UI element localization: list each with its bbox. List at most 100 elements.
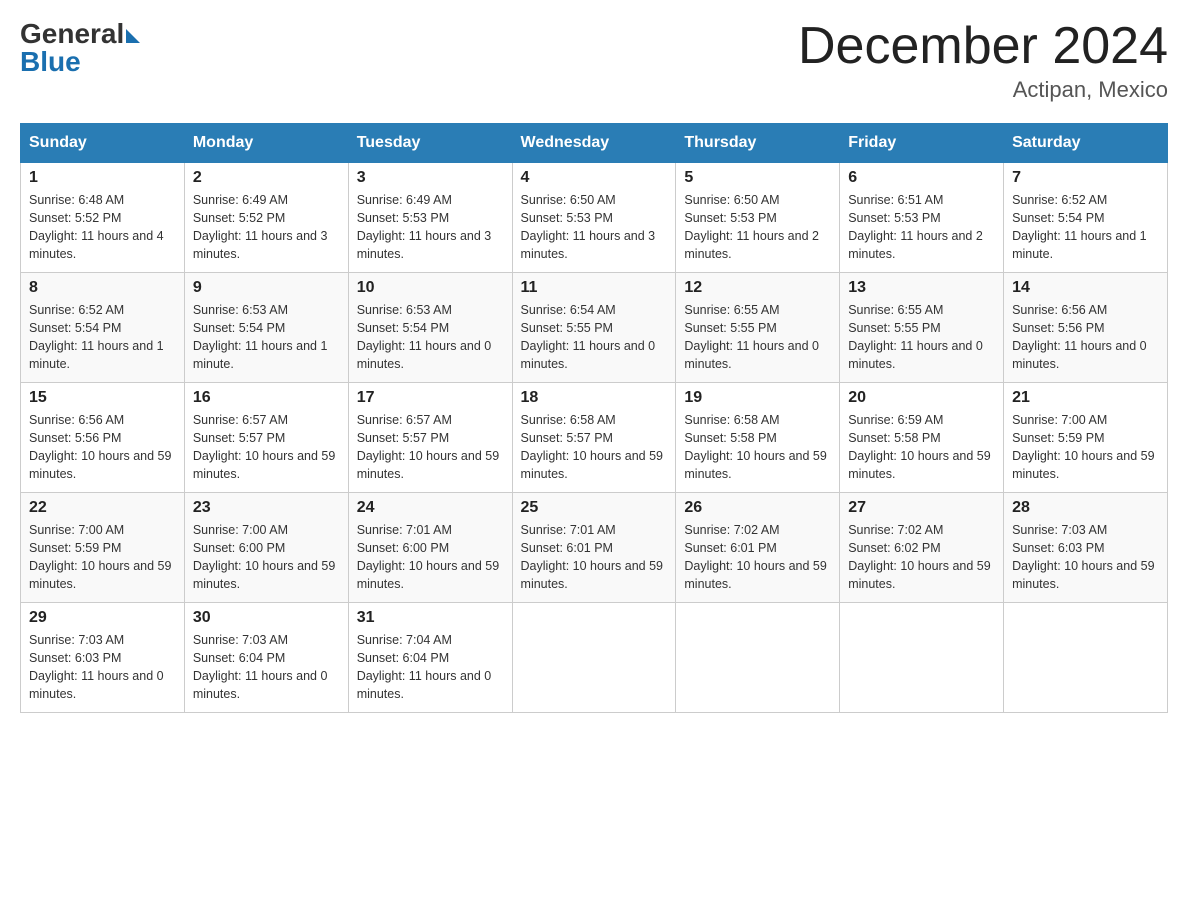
calendar-cell: 25 Sunrise: 7:01 AMSunset: 6:01 PMDaylig… — [512, 493, 676, 603]
day-info: Sunrise: 6:58 AMSunset: 5:57 PMDaylight:… — [521, 411, 668, 484]
day-info: Sunrise: 6:50 AMSunset: 5:53 PMDaylight:… — [684, 191, 831, 264]
calendar-cell: 13 Sunrise: 6:55 AMSunset: 5:55 PMDaylig… — [840, 273, 1004, 383]
day-number: 8 — [29, 279, 176, 297]
location: Actipan, Mexico — [798, 77, 1168, 103]
day-number: 1 — [29, 169, 176, 187]
day-number: 23 — [193, 499, 340, 517]
calendar-cell — [1004, 603, 1168, 713]
day-info: Sunrise: 6:48 AMSunset: 5:52 PMDaylight:… — [29, 191, 176, 264]
day-number: 28 — [1012, 499, 1159, 517]
day-info: Sunrise: 6:52 AMSunset: 5:54 PMDaylight:… — [29, 301, 176, 374]
calendar-cell: 8 Sunrise: 6:52 AMSunset: 5:54 PMDayligh… — [21, 273, 185, 383]
day-number: 13 — [848, 279, 995, 297]
calendar-cell: 5 Sunrise: 6:50 AMSunset: 5:53 PMDayligh… — [676, 163, 840, 273]
calendar-cell: 31 Sunrise: 7:04 AMSunset: 6:04 PMDaylig… — [348, 603, 512, 713]
day-info: Sunrise: 6:58 AMSunset: 5:58 PMDaylight:… — [684, 411, 831, 484]
day-number: 4 — [521, 169, 668, 187]
day-number: 6 — [848, 169, 995, 187]
day-info: Sunrise: 6:56 AMSunset: 5:56 PMDaylight:… — [1012, 301, 1159, 374]
day-info: Sunrise: 6:54 AMSunset: 5:55 PMDaylight:… — [521, 301, 668, 374]
day-number: 16 — [193, 389, 340, 407]
day-info: Sunrise: 6:53 AMSunset: 5:54 PMDaylight:… — [357, 301, 504, 374]
calendar-cell: 7 Sunrise: 6:52 AMSunset: 5:54 PMDayligh… — [1004, 163, 1168, 273]
day-number: 2 — [193, 169, 340, 187]
col-thursday: Thursday — [676, 124, 840, 163]
day-number: 22 — [29, 499, 176, 517]
calendar-week-2: 8 Sunrise: 6:52 AMSunset: 5:54 PMDayligh… — [21, 273, 1168, 383]
day-number: 15 — [29, 389, 176, 407]
day-number: 14 — [1012, 279, 1159, 297]
day-info: Sunrise: 7:02 AMSunset: 6:02 PMDaylight:… — [848, 521, 995, 594]
day-number: 5 — [684, 169, 831, 187]
calendar-cell: 12 Sunrise: 6:55 AMSunset: 5:55 PMDaylig… — [676, 273, 840, 383]
month-title: December 2024 — [798, 20, 1168, 72]
day-info: Sunrise: 7:03 AMSunset: 6:04 PMDaylight:… — [193, 631, 340, 704]
calendar-cell: 10 Sunrise: 6:53 AMSunset: 5:54 PMDaylig… — [348, 273, 512, 383]
calendar-cell: 27 Sunrise: 7:02 AMSunset: 6:02 PMDaylig… — [840, 493, 1004, 603]
calendar-cell: 2 Sunrise: 6:49 AMSunset: 5:52 PMDayligh… — [184, 163, 348, 273]
day-info: Sunrise: 7:04 AMSunset: 6:04 PMDaylight:… — [357, 631, 504, 704]
col-wednesday: Wednesday — [512, 124, 676, 163]
col-saturday: Saturday — [1004, 124, 1168, 163]
day-info: Sunrise: 6:51 AMSunset: 5:53 PMDaylight:… — [848, 191, 995, 264]
calendar-week-5: 29 Sunrise: 7:03 AMSunset: 6:03 PMDaylig… — [21, 603, 1168, 713]
day-number: 24 — [357, 499, 504, 517]
title-section: December 2024 Actipan, Mexico — [798, 20, 1168, 103]
calendar-cell: 26 Sunrise: 7:02 AMSunset: 6:01 PMDaylig… — [676, 493, 840, 603]
day-info: Sunrise: 6:50 AMSunset: 5:53 PMDaylight:… — [521, 191, 668, 264]
calendar-cell: 21 Sunrise: 7:00 AMSunset: 5:59 PMDaylig… — [1004, 383, 1168, 493]
col-monday: Monday — [184, 124, 348, 163]
day-number: 30 — [193, 609, 340, 627]
calendar-week-4: 22 Sunrise: 7:00 AMSunset: 5:59 PMDaylig… — [21, 493, 1168, 603]
day-number: 9 — [193, 279, 340, 297]
calendar-cell — [840, 603, 1004, 713]
day-number: 29 — [29, 609, 176, 627]
logo-arrow-icon — [126, 29, 140, 43]
calendar-cell: 3 Sunrise: 6:49 AMSunset: 5:53 PMDayligh… — [348, 163, 512, 273]
calendar-week-3: 15 Sunrise: 6:56 AMSunset: 5:56 PMDaylig… — [21, 383, 1168, 493]
logo: General Blue — [20, 20, 140, 78]
day-info: Sunrise: 6:57 AMSunset: 5:57 PMDaylight:… — [357, 411, 504, 484]
calendar-cell: 11 Sunrise: 6:54 AMSunset: 5:55 PMDaylig… — [512, 273, 676, 383]
day-number: 26 — [684, 499, 831, 517]
calendar-cell: 20 Sunrise: 6:59 AMSunset: 5:58 PMDaylig… — [840, 383, 1004, 493]
day-number: 7 — [1012, 169, 1159, 187]
calendar-cell: 16 Sunrise: 6:57 AMSunset: 5:57 PMDaylig… — [184, 383, 348, 493]
calendar-cell: 14 Sunrise: 6:56 AMSunset: 5:56 PMDaylig… — [1004, 273, 1168, 383]
calendar-cell: 17 Sunrise: 6:57 AMSunset: 5:57 PMDaylig… — [348, 383, 512, 493]
calendar-body: 1 Sunrise: 6:48 AMSunset: 5:52 PMDayligh… — [21, 163, 1168, 713]
calendar-table: Sunday Monday Tuesday Wednesday Thursday… — [20, 123, 1168, 713]
day-number: 10 — [357, 279, 504, 297]
header-row: Sunday Monday Tuesday Wednesday Thursday… — [21, 124, 1168, 163]
day-number: 3 — [357, 169, 504, 187]
day-info: Sunrise: 7:03 AMSunset: 6:03 PMDaylight:… — [1012, 521, 1159, 594]
day-number: 21 — [1012, 389, 1159, 407]
calendar-cell: 30 Sunrise: 7:03 AMSunset: 6:04 PMDaylig… — [184, 603, 348, 713]
col-sunday: Sunday — [21, 124, 185, 163]
day-info: Sunrise: 7:03 AMSunset: 6:03 PMDaylight:… — [29, 631, 176, 704]
day-info: Sunrise: 6:59 AMSunset: 5:58 PMDaylight:… — [848, 411, 995, 484]
day-info: Sunrise: 7:01 AMSunset: 6:01 PMDaylight:… — [521, 521, 668, 594]
logo-blue: Blue — [20, 46, 81, 78]
day-info: Sunrise: 6:49 AMSunset: 5:52 PMDaylight:… — [193, 191, 340, 264]
logo-general: General — [20, 20, 124, 48]
day-number: 25 — [521, 499, 668, 517]
calendar-header: Sunday Monday Tuesday Wednesday Thursday… — [21, 124, 1168, 163]
calendar-cell: 15 Sunrise: 6:56 AMSunset: 5:56 PMDaylig… — [21, 383, 185, 493]
page-header: General Blue December 2024 Actipan, Mexi… — [20, 20, 1168, 103]
calendar-cell: 23 Sunrise: 7:00 AMSunset: 6:00 PMDaylig… — [184, 493, 348, 603]
day-info: Sunrise: 6:53 AMSunset: 5:54 PMDaylight:… — [193, 301, 340, 374]
day-info: Sunrise: 7:02 AMSunset: 6:01 PMDaylight:… — [684, 521, 831, 594]
day-number: 12 — [684, 279, 831, 297]
calendar-cell: 18 Sunrise: 6:58 AMSunset: 5:57 PMDaylig… — [512, 383, 676, 493]
day-number: 20 — [848, 389, 995, 407]
calendar-cell: 1 Sunrise: 6:48 AMSunset: 5:52 PMDayligh… — [21, 163, 185, 273]
calendar-cell: 6 Sunrise: 6:51 AMSunset: 5:53 PMDayligh… — [840, 163, 1004, 273]
day-number: 27 — [848, 499, 995, 517]
day-number: 17 — [357, 389, 504, 407]
day-number: 31 — [357, 609, 504, 627]
day-info: Sunrise: 7:00 AMSunset: 5:59 PMDaylight:… — [29, 521, 176, 594]
calendar-cell: 28 Sunrise: 7:03 AMSunset: 6:03 PMDaylig… — [1004, 493, 1168, 603]
calendar-cell — [676, 603, 840, 713]
day-info: Sunrise: 7:00 AMSunset: 5:59 PMDaylight:… — [1012, 411, 1159, 484]
